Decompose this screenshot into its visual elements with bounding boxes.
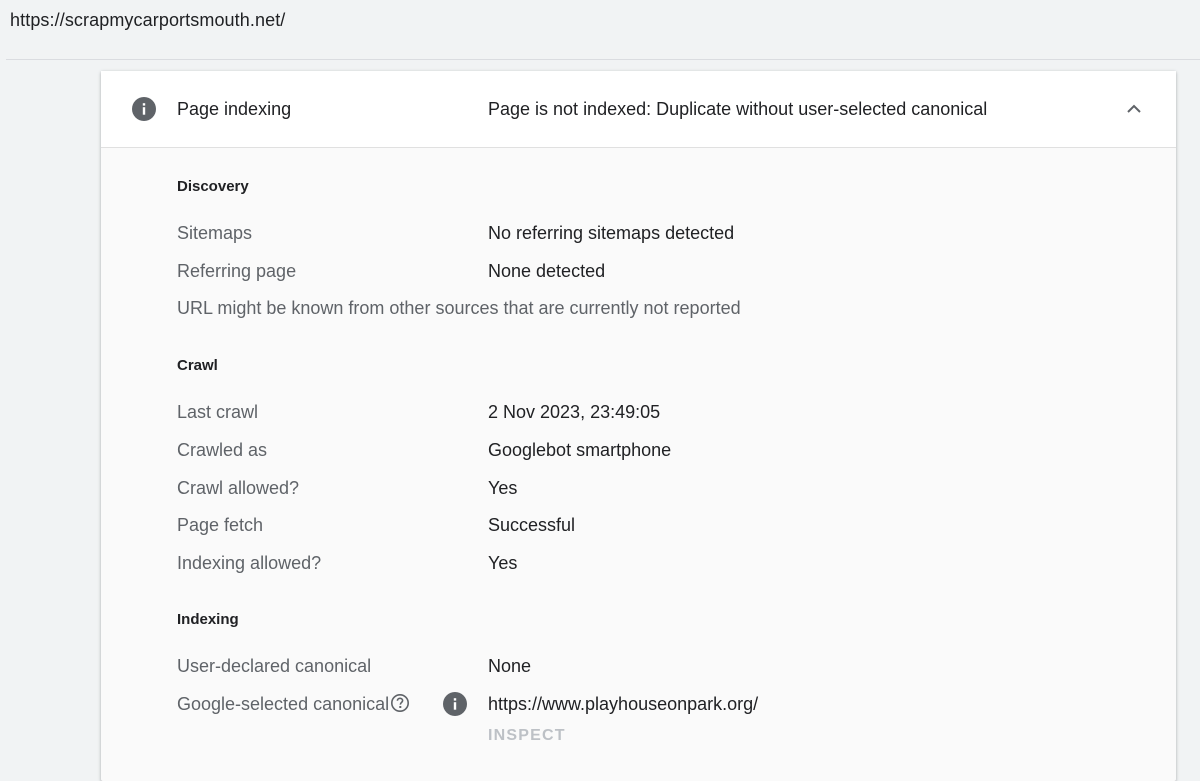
user-canonical-label: User-declared canonical — [177, 656, 372, 676]
panel-title: Page indexing — [177, 99, 292, 119]
crawl-heading: Crawl — [177, 357, 218, 374]
sitemaps-label: Sitemaps — [177, 223, 253, 243]
page-url: https://scrapmycarportsmouth.net/ — [10, 10, 286, 30]
page-indexing-header[interactable]: Page indexing Page is not indexed: Dupli… — [101, 71, 1176, 148]
inspect-button[interactable]: INSPECT — [488, 727, 566, 745]
last-crawl-value: 2 Nov 2023, 23:49:05 — [488, 402, 661, 422]
url-bar: https://scrapmycarportsmouth.net/ — [0, 0, 1200, 58]
sitemaps-value: No referring sitemaps detected — [488, 223, 735, 243]
discovery-heading: Discovery — [177, 178, 249, 195]
crawled-as-label: Crawled as — [177, 440, 268, 460]
info-icon[interactable] — [443, 692, 467, 716]
google-canonical-value: https://www.playhouseonpark.org/ — [488, 694, 759, 714]
referring-page-value: None detected — [488, 261, 606, 281]
page-indexing-panel: Page indexing Page is not indexed: Dupli… — [101, 71, 1176, 781]
user-canonical-value: None — [488, 656, 532, 676]
help-circle-icon[interactable] — [390, 693, 410, 713]
crawl-allowed-label: Crawl allowed? — [177, 478, 300, 498]
chevron-up-icon[interactable] — [1123, 98, 1145, 120]
crawled-as-value: Googlebot smartphone — [488, 440, 672, 460]
info-icon — [132, 97, 156, 121]
indexing-status: Page is not indexed: Duplicate without u… — [488, 99, 988, 119]
page-fetch-value: Successful — [488, 515, 576, 535]
divider — [6, 59, 1200, 60]
google-canonical-label: Google-selected canonical — [177, 694, 390, 714]
indexing-allowed-value: Yes — [488, 553, 518, 573]
indexing-allowed-label: Indexing allowed? — [177, 553, 322, 573]
last-crawl-label: Last crawl — [177, 402, 259, 422]
referring-page-label: Referring page — [177, 261, 297, 281]
indexing-heading: Indexing — [177, 611, 239, 628]
page-fetch-label: Page fetch — [177, 515, 264, 535]
crawl-allowed-value: Yes — [488, 478, 518, 498]
discovery-note: URL might be known from other sources th… — [177, 298, 741, 318]
